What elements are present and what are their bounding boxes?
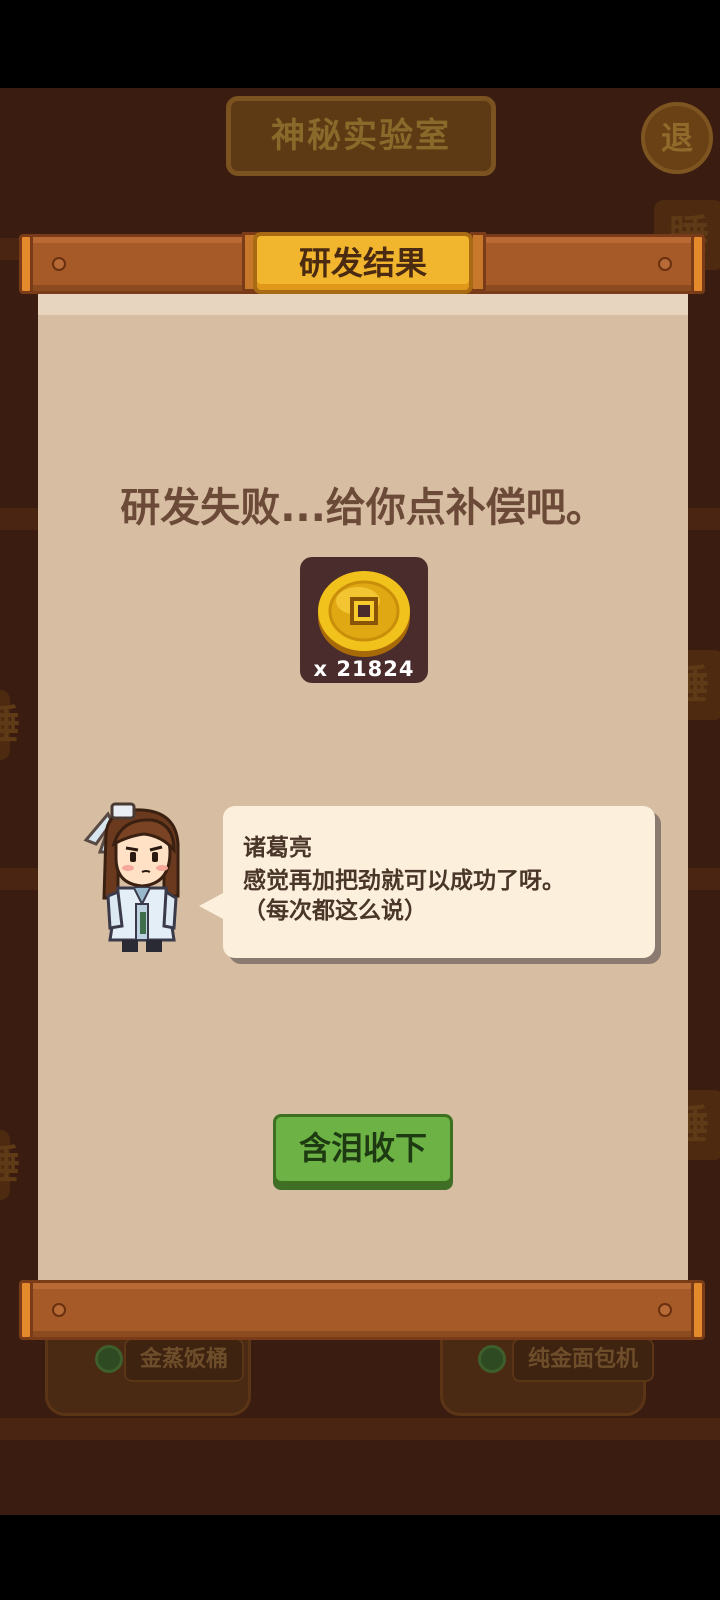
rod-cap <box>691 234 705 294</box>
gold-coin-icon <box>318 571 410 657</box>
rivet-icon <box>52 1303 66 1317</box>
dialog-title-tab: 研发结果 <box>253 232 473 294</box>
reward-count: x 21824 <box>313 657 415 681</box>
dialog-title: 研发结果 <box>298 244 427 282</box>
bg-decor <box>0 1418 720 1440</box>
machine-label: 金蒸饭桶 <box>124 1338 245 1382</box>
rod-cap <box>19 234 33 294</box>
scroll-rod-bottom <box>19 1280 705 1340</box>
zhuge-liang-avatar <box>83 802 180 952</box>
speech-bubble-tail <box>199 892 225 920</box>
rod-cap <box>691 1280 705 1340</box>
exit-button[interactable]: 退 <box>641 102 713 174</box>
side-tag: 睡 <box>0 690 20 760</box>
machine-label: 纯金面包机 <box>512 1338 655 1382</box>
speech-bubble: 诸葛亮 感觉再加把劲就可以成功了呀。 （每次都这么说） <box>223 806 655 958</box>
rivet-icon <box>658 1303 672 1317</box>
rod-cap <box>19 1280 33 1340</box>
reward-item: x 21824 <box>300 557 428 683</box>
side-tag: 睡 <box>0 1130 20 1200</box>
rivet-icon <box>52 257 66 271</box>
speaker-name: 诸葛亮 <box>243 835 312 861</box>
machine-icon <box>478 1345 506 1373</box>
accept-reward-button[interactable]: 含泪收下 <box>273 1114 453 1184</box>
location-title: 神秘实验室 <box>226 96 496 176</box>
result-message: 研发失败...给你点补偿吧。 <box>120 485 606 531</box>
rivet-icon <box>658 257 672 271</box>
machine-icon <box>95 1345 123 1373</box>
speaker-quote: 感觉再加把劲就可以成功了呀。 （每次都这么说） <box>243 868 565 924</box>
